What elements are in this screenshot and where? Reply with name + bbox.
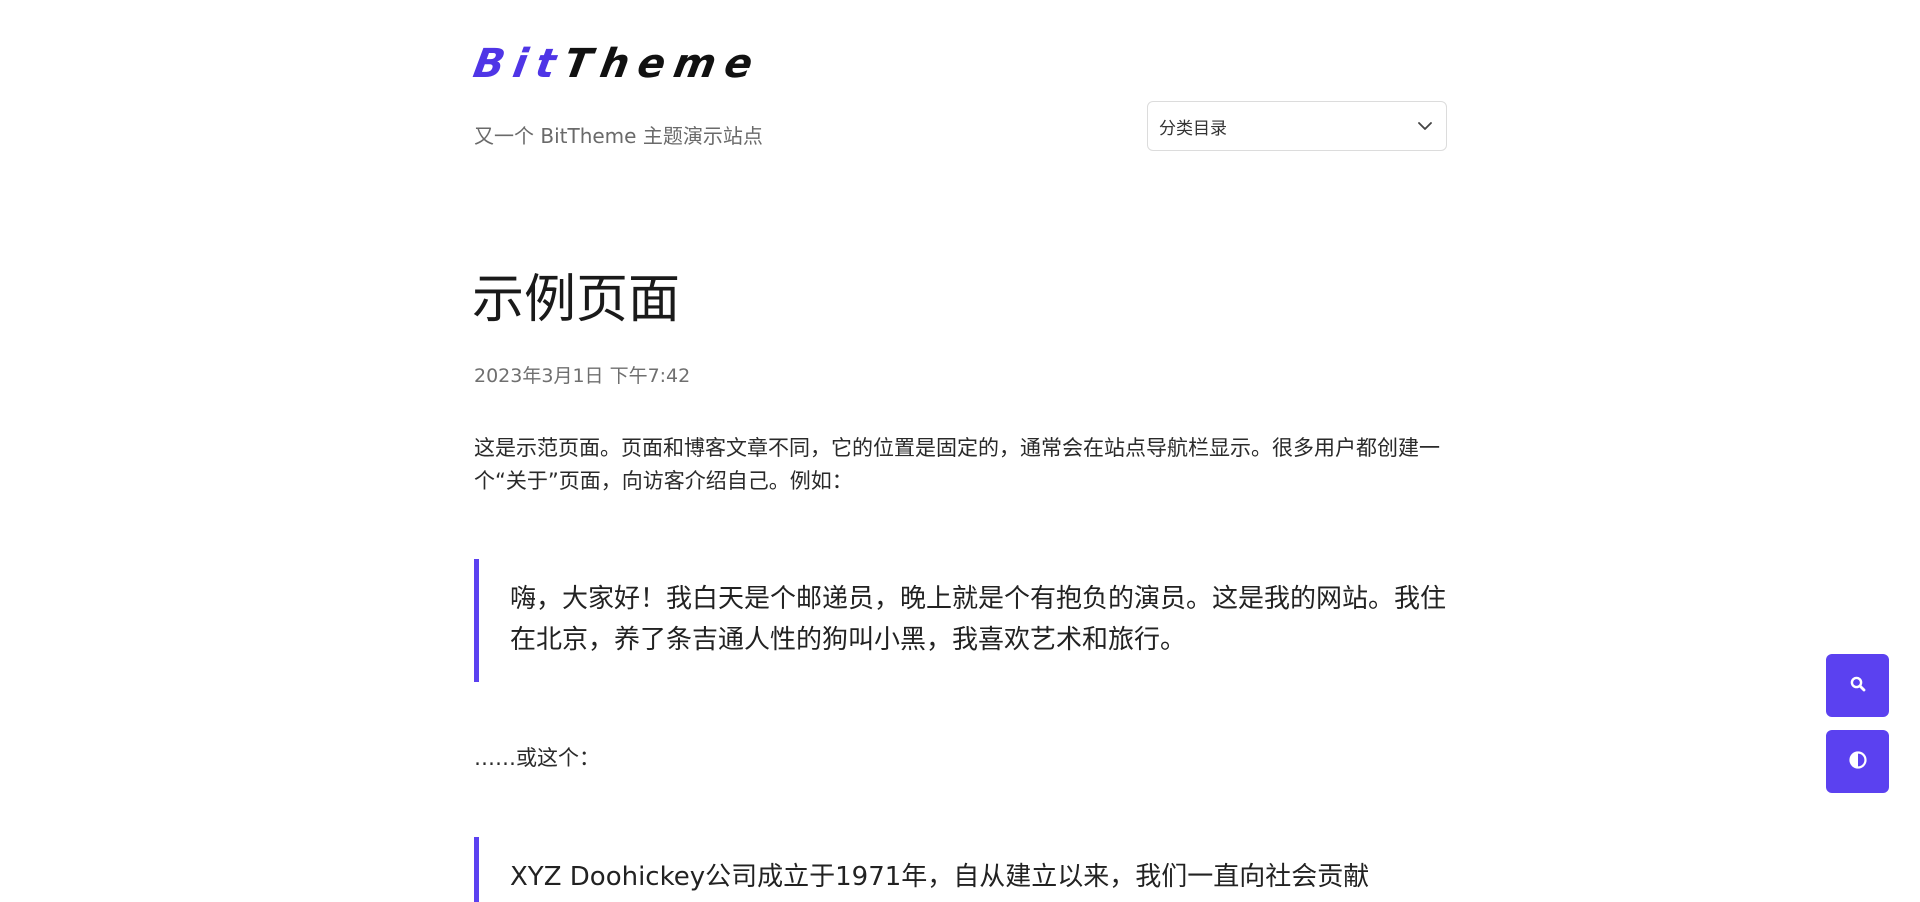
blockquote-company-example: XYZ Doohickey公司成立于1971年，自从建立以来，我们一直向社会贡献 xyxy=(474,837,1454,902)
logo-accent-text: Bit xyxy=(469,41,569,87)
page: BitTheme 又一个 BitTheme 主题演示站点 分类目录 示例页面 2… xyxy=(0,0,1920,902)
logo-rest-text: Theme xyxy=(560,41,766,87)
or-this-paragraph: ……或这个： xyxy=(474,746,600,770)
page-title: 示例页面 xyxy=(472,270,681,330)
contrast-icon xyxy=(1848,750,1868,774)
site-logo[interactable]: BitTheme xyxy=(469,41,766,87)
intro-paragraph: 这是示范页面。页面和博客文章不同，它的位置是固定的，通常会在站点导航栏显示。很多… xyxy=(474,436,1440,493)
blockquote-intro-example: 嗨，大家好！我白天是个邮递员，晚上就是个有抱负的演员。这是我的网站。我住在北京，… xyxy=(474,559,1454,682)
site-tagline: 又一个 BitTheme 主题演示站点 xyxy=(474,124,763,148)
theme-toggle-button[interactable] xyxy=(1826,730,1889,793)
chevron-down-icon xyxy=(1416,117,1434,135)
blockquote-text: 嗨，大家好！我白天是个邮递员，晚上就是个有抱负的演员。这是我的网站。我住在北京，… xyxy=(510,584,1447,655)
blockquote-text: XYZ Doohickey公司成立于1971年，自从建立以来，我们一直向社会贡献 xyxy=(510,862,1370,892)
search-button[interactable] xyxy=(1826,654,1889,717)
category-select[interactable]: 分类目录 xyxy=(1147,101,1447,151)
category-select-value: 分类目录 xyxy=(1159,118,1227,139)
search-icon xyxy=(1849,675,1867,697)
post-date: 2023年3月1日 下午7:42 xyxy=(474,365,691,387)
